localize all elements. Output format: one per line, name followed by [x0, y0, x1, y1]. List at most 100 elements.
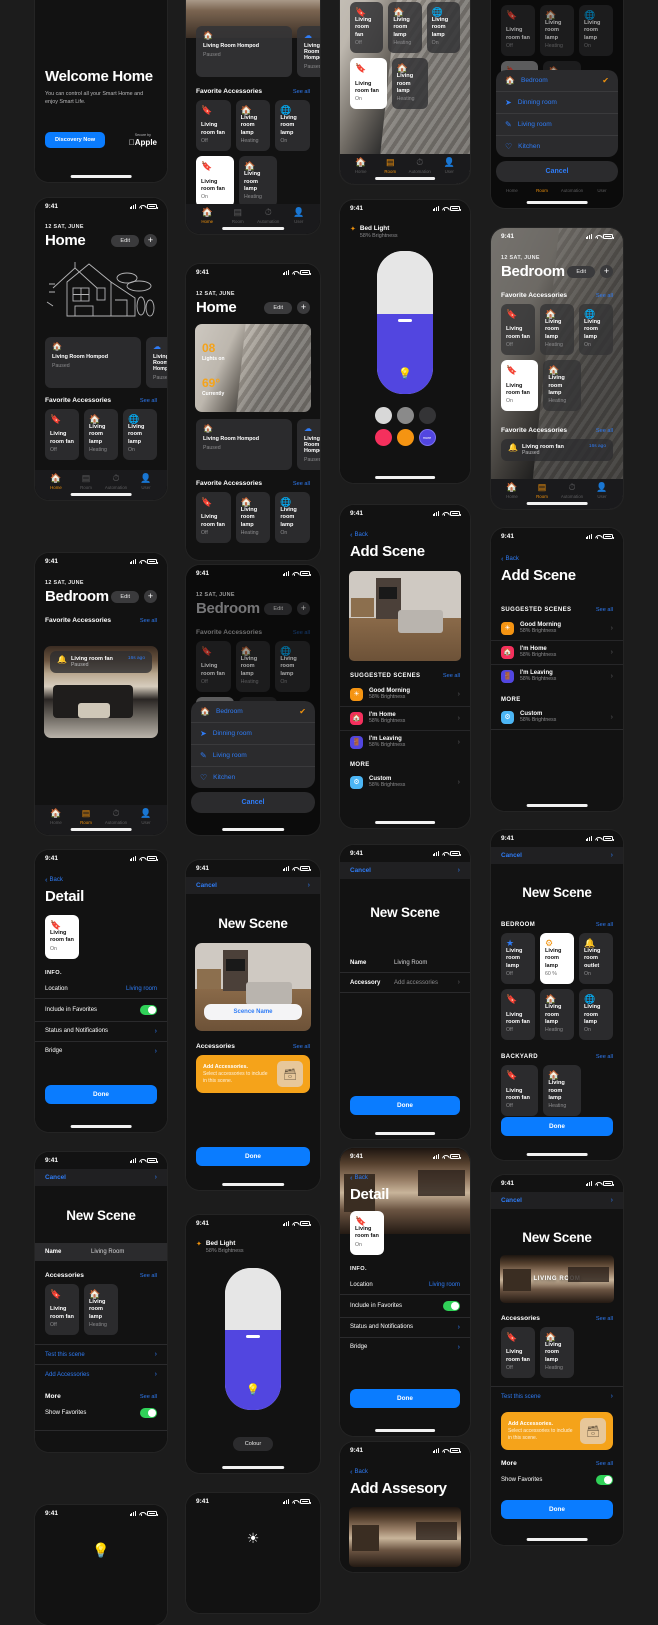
hero-photo[interactable]: 08 Lights on 69° Currently: [195, 324, 311, 412]
accessory-tile[interactable]: 🔖 Living room fan Off: [45, 1284, 79, 1336]
scene-row[interactable]: 🚪 I'm Leaving 58% Brightness ›: [491, 663, 623, 688]
tab-automation[interactable]: ⏱ Automation: [101, 474, 131, 491]
status-card[interactable]: ☁ Living Room Hompod Paused: [146, 337, 167, 388]
accessory-tile[interactable]: 🔖 Living room fan On: [501, 360, 539, 412]
accessory-tile[interactable]: 🏠 Living room lamp Heating: [239, 156, 277, 208]
row-location[interactable]: Location Living room: [340, 1276, 470, 1294]
tab-room[interactable]: ▤ Room: [71, 809, 101, 826]
status-card[interactable]: 🏠 Living Room Hompod Paused: [196, 419, 292, 470]
room-option-living[interactable]: ✎ Living room: [191, 745, 315, 767]
back-button[interactable]: ‹ Back: [45, 876, 157, 884]
accessory-tile[interactable]: 🏠 Living room lamp Heating: [235, 100, 271, 152]
room-option-dinning[interactable]: ➤ Dinning room: [191, 723, 315, 745]
row-include-in-favorites[interactable]: Include in Favorites: [35, 997, 167, 1021]
overlay-status-card[interactable]: 🔔 Living room fan Paused 16s ago: [501, 439, 613, 462]
scene-row[interactable]: 🏠 I'm Home 58% Brightness ›: [491, 639, 623, 664]
add-button[interactable]: +: [144, 234, 157, 247]
accessory-tile[interactable]: 🔖 Living room fan Off: [501, 304, 535, 356]
tab-room[interactable]: ▤ Room: [71, 474, 101, 491]
accessory-tile[interactable]: 🔖 Living room fan Off: [501, 989, 535, 1041]
see-all-link[interactable]: See all: [140, 1273, 157, 1279]
swatch-red[interactable]: [374, 429, 392, 446]
name-field-row[interactable]: Name Living Room: [35, 1243, 167, 1261]
swatch-more[interactable]: more: [418, 429, 436, 446]
row-name[interactable]: Name Living Room: [340, 954, 470, 972]
cancel-button[interactable]: Cancel: [501, 852, 522, 859]
see-all-link[interactable]: See all: [140, 398, 157, 404]
see-all-link[interactable]: See all: [596, 1316, 613, 1322]
row-show-favorites[interactable]: Show Favorites: [491, 1469, 623, 1491]
back-button[interactable]: ‹ Back: [350, 1174, 460, 1182]
chevron-right-icon[interactable]: ›: [611, 852, 613, 859]
done-button[interactable]: Done: [501, 1500, 613, 1519]
favorites-toggle[interactable]: [140, 1004, 157, 1015]
accessory-tile[interactable]: 🏠 Living room lamp Heating: [540, 989, 574, 1041]
brightness-slider[interactable]: 💡: [377, 251, 433, 394]
status-card[interactable]: 🏠 Living Room Hompod Paused: [45, 337, 141, 388]
add-button[interactable]: +: [144, 590, 157, 603]
tab-automation[interactable]: ⏱ Automation: [101, 809, 131, 826]
tab-user[interactable]: 👤 User: [131, 474, 161, 491]
row-bridge[interactable]: Bridge ›: [340, 1336, 470, 1357]
tab-user[interactable]: User: [587, 188, 617, 193]
row-status-notifications[interactable]: Status and Notifications ›: [35, 1020, 167, 1041]
favorites-toggle[interactable]: [443, 1300, 460, 1311]
room-option-kitchen[interactable]: ♡ Kitchen: [191, 767, 315, 788]
show-favorites-toggle[interactable]: [596, 1475, 613, 1486]
row-show-favorites[interactable]: Show Favorites: [35, 1402, 167, 1424]
room-option-living[interactable]: ✎ Living room: [496, 114, 618, 136]
tab-room[interactable]: ▤ Room: [376, 158, 406, 175]
tab-room[interactable]: Room: [527, 188, 557, 193]
tab-user[interactable]: 👤 User: [131, 809, 161, 826]
chevron-right-icon[interactable]: ›: [155, 1174, 157, 1181]
done-button[interactable]: Done: [501, 1117, 613, 1136]
see-all-link[interactable]: See all: [596, 607, 613, 613]
swatch-white[interactable]: [374, 407, 392, 424]
tab-automation[interactable]: Automation: [557, 188, 587, 193]
room-photo[interactable]: 🔔 Living room fan Paused 16s ago: [44, 646, 158, 738]
accessory-tile[interactable]: 🏠 Living room lamp Heating: [540, 1327, 574, 1379]
cancel-button[interactable]: Cancel: [350, 867, 371, 874]
tab-room[interactable]: ▤ Room: [223, 208, 254, 225]
room-option-bedroom[interactable]: 🏠 Bedroom ✔: [496, 70, 618, 92]
accessory-tile[interactable]: 🏠 Living room lamp Heating: [84, 1284, 118, 1336]
scene-row[interactable]: ☀ Good Morning 58% Brightness ›: [340, 683, 470, 706]
accessory-tile[interactable]: 🏠 Living room lamp Heating: [391, 58, 429, 110]
row-accessory[interactable]: Accessory Add accessories ›: [340, 972, 470, 992]
status-card[interactable]: ☁ Living Room Hompod Paused: [297, 419, 320, 470]
tab-automation[interactable]: ⏱ Automation: [405, 158, 435, 175]
see-all-link[interactable]: See all: [596, 1054, 613, 1060]
cancel-button[interactable]: Cancel: [45, 1174, 66, 1181]
accessory-tile[interactable]: 🏠 Living room lamp Heating: [388, 2, 422, 54]
room-option-dinning[interactable]: ➤ Dinning room: [496, 92, 618, 114]
done-button[interactable]: Done: [45, 1085, 157, 1104]
tab-home[interactable]: 🏠 Home: [192, 208, 223, 225]
device-tile[interactable]: 🔖 Living room fan On: [45, 914, 79, 959]
tab-home[interactable]: 🏠 Home: [497, 483, 527, 500]
accessory-tile[interactable]: ★ Living room lamp Off: [501, 933, 535, 985]
accessory-tile[interactable]: 🔖 Living room fan Off: [45, 409, 79, 461]
tab-home[interactable]: 🏠 Home: [41, 809, 71, 826]
accessory-tile[interactable]: 🔖 Living room fan Off: [196, 100, 231, 152]
add-accessories-banner[interactable]: Add Accessories. Select accessories to i…: [196, 1055, 310, 1093]
tab-automation[interactable]: ⏱ Automation: [557, 483, 587, 500]
see-all-link[interactable]: See all: [293, 481, 310, 487]
accessory-tile[interactable]: 🔖 Living room fan Off: [350, 2, 384, 54]
done-button[interactable]: Done: [350, 1096, 460, 1115]
edit-button[interactable]: Edit: [264, 301, 292, 314]
see-all-link[interactable]: See all: [140, 618, 157, 624]
see-all-link[interactable]: See all: [443, 673, 460, 679]
accessory-tile[interactable]: 🏠 Living room lamp Heating: [84, 409, 118, 461]
row-include-in-favorites[interactable]: Include in Favorites: [340, 1293, 470, 1317]
tab-user[interactable]: 👤 User: [587, 483, 617, 500]
accessory-tile[interactable]: 🌐 Living room lamp On: [275, 100, 311, 152]
overlay-status-card[interactable]: 🔔 Living room fan Paused 16s ago: [50, 651, 152, 673]
room-option-kitchen[interactable]: ♡ Kitchen: [496, 136, 618, 157]
chevron-right-icon[interactable]: ›: [458, 867, 460, 874]
back-button[interactable]: ‹ Back: [501, 555, 613, 563]
row-test-scene[interactable]: Test this scene ›: [491, 1386, 623, 1406]
discovery-now-button[interactable]: Discovery Now: [45, 132, 106, 148]
slider-handle[interactable]: [398, 318, 412, 322]
back-button[interactable]: ‹ Back: [350, 1468, 460, 1476]
scene-photo[interactable]: LIVING ROOM: [500, 1255, 614, 1303]
